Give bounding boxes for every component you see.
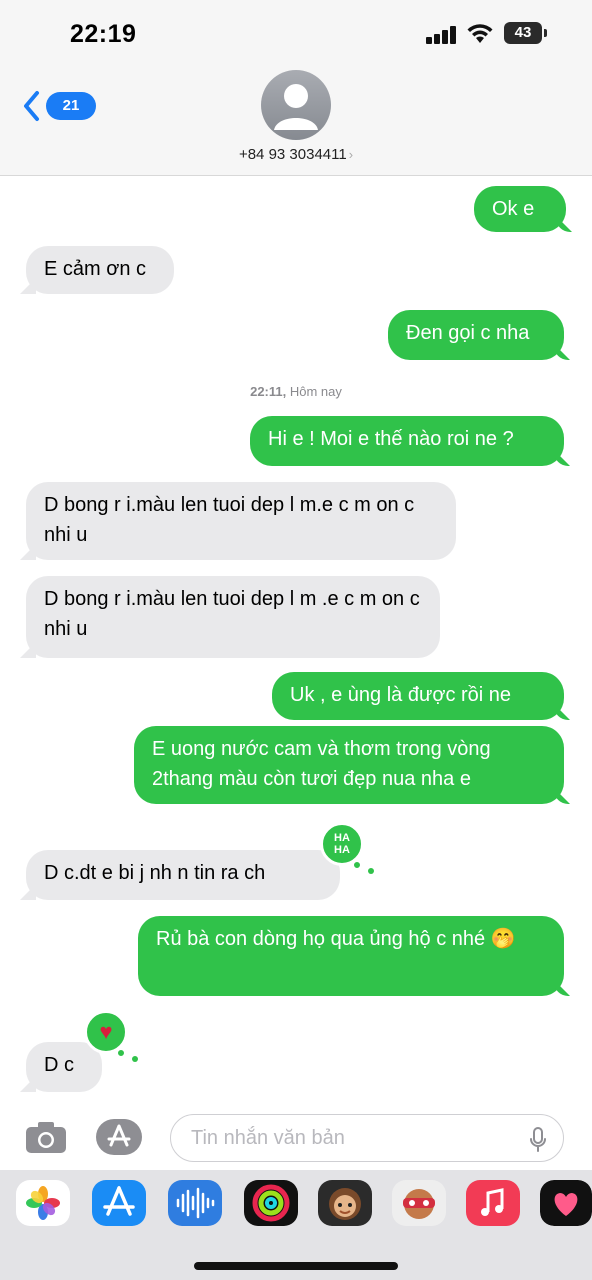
tapback-tail (368, 868, 374, 874)
home-indicator[interactable] (194, 1262, 398, 1270)
heart-app-icon[interactable] (540, 1180, 592, 1226)
status-bar: 22:19 43 (0, 0, 592, 70)
photos-icon[interactable] (16, 1180, 70, 1226)
message-text: Rủ bà con dòng họ qua ủng hộ c nhé 🤭 (156, 928, 516, 950)
cellular-signal-icon (426, 26, 458, 44)
microphone-icon[interactable] (529, 1127, 547, 1153)
tapback-tail (132, 1056, 138, 1062)
person-silhouette-icon (274, 84, 318, 130)
compose-bar: Tin nhắn văn bản (0, 1106, 592, 1170)
message-input-placeholder: Tin nhắn văn bản (191, 1127, 345, 1149)
message-bubble-outgoing[interactable]: Rủ bà con dòng họ qua ủng hộ c nhé 🤭 (138, 916, 564, 996)
timestamp-time: 22:11, (250, 384, 287, 399)
message-text: D c (44, 1054, 74, 1076)
chevron-left-icon (24, 91, 39, 121)
heart-icon: ♥ (99, 1019, 113, 1044)
message-bubble-outgoing[interactable]: Ok e (474, 186, 566, 232)
contact-name[interactable]: +84 93 3034411 › (0, 146, 592, 163)
message-text: Ok e (492, 198, 535, 220)
timestamp-day: Hôm nay (289, 384, 342, 399)
camera-icon[interactable] (24, 1120, 68, 1154)
message-text: Đen gọi c nha (406, 322, 530, 344)
audio-message-icon[interactable] (168, 1180, 222, 1226)
message-text: Uk , e ùng là được rồi ne (290, 684, 512, 706)
message-bubble-incoming[interactable]: D c.dt e bi j nh n tin ra ch (26, 850, 340, 900)
message-bubble-outgoing[interactable]: Uk , e ùng là được rồi ne (272, 672, 564, 720)
music-icon[interactable] (466, 1180, 520, 1226)
message-thread[interactable]: Ok e E cảm ơn c Đen gọi c nha 22:11, Hôm… (0, 176, 592, 1106)
imessage-app-drawer (0, 1170, 592, 1280)
message-bubble-outgoing[interactable]: Đen gọi c nha (388, 310, 564, 360)
contact-avatar[interactable] (261, 70, 331, 140)
message-text: E uong nước cam và thơm trong vòng 2than… (152, 738, 491, 790)
message-text: D c.dt e bi j nh n tin ra ch (44, 862, 266, 884)
message-text: D bong r i.màu len tuoi dep l m .e c m o… (44, 588, 420, 640)
message-text: E cảm ơn c (44, 258, 147, 280)
status-time: 22:19 (70, 20, 137, 48)
message-bubble-incoming[interactable]: E cảm ơn c (26, 246, 174, 294)
contact-phone-number: +84 93 3034411 (238, 146, 347, 163)
back-button[interactable]: 21 (20, 88, 96, 124)
activity-icon[interactable] (244, 1180, 298, 1226)
tapback-tail (352, 860, 362, 870)
tapback-tail (116, 1048, 126, 1058)
haha-tapback-label: HA HA (334, 832, 350, 856)
memoji-icon[interactable] (318, 1180, 372, 1226)
unread-count-badge: 21 (46, 92, 96, 120)
app-store-icon[interactable] (96, 1118, 146, 1156)
message-bubble-incoming[interactable]: D c (26, 1042, 102, 1092)
message-bubble-outgoing[interactable]: Hi e ! Moi e thế nào roi ne ? (250, 416, 564, 466)
chevron-right-icon: › (348, 147, 354, 162)
memoji-sticker-icon[interactable] (392, 1180, 446, 1226)
message-text: D bong r i.màu len tuoi dep l m.e c m on… (44, 494, 415, 546)
wifi-icon (467, 24, 493, 43)
message-bubble-incoming[interactable]: D bong r i.màu len tuoi dep l m.e c m on… (26, 482, 456, 560)
app-store-icon[interactable] (92, 1180, 146, 1226)
message-bubble-incoming[interactable]: D bong r i.màu len tuoi dep l m .e c m o… (26, 576, 440, 658)
message-text: Hi e ! Moi e thế nào roi ne ? (268, 428, 514, 450)
battery-icon: 43 (504, 22, 547, 44)
conversation-header: 21 +84 93 3034411 › (0, 70, 592, 176)
message-timestamp: 22:11, Hôm nay (0, 384, 592, 399)
message-input[interactable]: Tin nhắn văn bản (170, 1114, 564, 1162)
message-bubble-outgoing[interactable]: E uong nước cam và thơm trong vòng 2than… (134, 726, 564, 804)
